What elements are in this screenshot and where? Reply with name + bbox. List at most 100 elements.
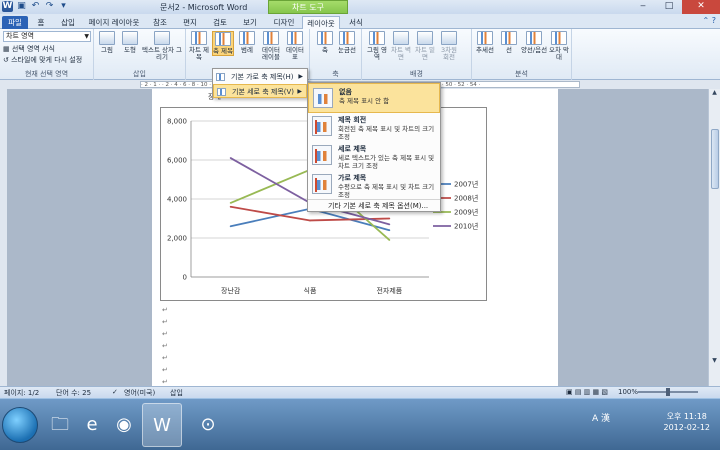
tab-mailings[interactable]: 편지 (178, 16, 202, 29)
menu-item-primary-horizontal-axis-title[interactable]: 기본 가로 축 제목(H) ▶ (213, 70, 307, 84)
undo-icon[interactable]: ↶ (30, 1, 41, 12)
proofing-icon[interactable]: ✓ (112, 388, 118, 396)
help-icon[interactable]: ⌃ ? (703, 16, 717, 25)
ime-indicator[interactable]: A 漢 (592, 411, 610, 424)
format-selection-button[interactable]: ▦ 선택 영역 서식 (3, 44, 55, 54)
chevron-down-icon: ▼ (84, 33, 89, 40)
reset-style-button[interactable]: ↺ 스타일에 맞게 다시 설정 (3, 55, 82, 65)
page-count[interactable]: 페이지: 1/2 (4, 388, 39, 398)
scroll-down-icon[interactable]: ▼ (709, 357, 720, 366)
vertical-scrollbar[interactable]: ▲ ▼ (708, 89, 720, 386)
paragraph-mark: ↵ (162, 330, 168, 338)
chart-floor-icon (417, 31, 433, 45)
maximize-button[interactable]: □ (656, 0, 682, 14)
format-selection-label: 선택 영역 서식 (11, 45, 55, 53)
submenu-item-horizontal-title[interactable]: 가로 제목 수평으로 축 제목 표시 및 차트 크기 조정 (308, 170, 440, 200)
legend-label: 2010년 (454, 222, 478, 231)
start-button[interactable] (2, 407, 38, 443)
y-tick-label: 0 (183, 274, 187, 282)
data-point (229, 202, 232, 204)
lines-button[interactable]: 선 (498, 31, 520, 54)
paragraph-mark: ↵ (162, 306, 168, 314)
submenu-item-desc: 축 제목 표시 안 함 (339, 97, 390, 105)
window-title: 문서2 - Microsoft Word (160, 3, 248, 12)
up-down-bars-button[interactable]: 양선/음선 (520, 31, 548, 54)
paragraph-mark: ↵ (162, 318, 168, 326)
legend-button[interactable]: 범례 (236, 31, 258, 54)
axis-titles-button[interactable]: 축 제목 (212, 31, 234, 56)
scroll-thumb[interactable] (711, 129, 719, 189)
firefox-icon[interactable]: ◉ (104, 403, 144, 447)
submenu-item-rotated-title[interactable]: 제목 회전 회전된 축 제목 표시 및 차트의 크기 조정 (308, 112, 440, 142)
redo-icon[interactable]: ↷ (44, 1, 55, 12)
save-icon[interactable]: ▣ (16, 1, 27, 12)
axis-titles-icon (215, 32, 231, 46)
status-bar: 페이지: 1/2 단어 수: 25 ✓ 영어(미국) 삽입 ▣ ▤ ▥ ▦ ▧ … (0, 386, 720, 398)
word-icon[interactable]: W (142, 403, 182, 447)
chart-elements-dropdown[interactable]: 차트 영역 ▼ (3, 31, 91, 42)
data-table-button[interactable]: 데이터 표 (284, 31, 306, 61)
word-app-icon[interactable]: W (2, 1, 13, 12)
shapes-icon (122, 31, 138, 45)
close-button[interactable]: ✕ (682, 0, 720, 14)
zoom-slider-thumb[interactable] (666, 388, 670, 396)
data-labels-icon (263, 31, 279, 45)
submenu-item-vertical-title[interactable]: 세로 제목 세로 텍스트가 있는 축 제목 표시 및 차트 크기 조정 (308, 141, 440, 171)
format-selection-icon: ▦ (3, 45, 10, 53)
data-labels-button[interactable]: 데이터 레이블 (260, 31, 282, 61)
tab-review[interactable]: 검토 (208, 16, 232, 29)
chart-wall-button[interactable]: 차트 벽면 (390, 31, 412, 61)
x-tick-label: 식품 (304, 286, 317, 295)
tab-view[interactable]: 보기 (238, 16, 262, 29)
paragraph-mark: ↵ (162, 366, 168, 374)
tab-references[interactable]: 참조 (148, 16, 172, 29)
axes-button[interactable]: 축 (314, 31, 336, 54)
minimize-button[interactable]: ‒ (630, 0, 656, 14)
submenu-item-title: 없음 (339, 88, 352, 96)
y-tick-label: 6,000 (167, 157, 187, 165)
tab-page-layout[interactable]: 페이지 레이아웃 (86, 16, 142, 29)
picture-button[interactable]: 그림 (96, 31, 118, 54)
chart-tools-context-tab: 차트 도구 (268, 0, 348, 14)
word-count[interactable]: 단어 수: 25 (56, 388, 91, 398)
plot-area-button[interactable]: 그림 영역 (366, 31, 388, 61)
submenu-item-none[interactable]: 없음 축 제목 표시 안 함 (308, 83, 440, 113)
view-buttons[interactable]: ▣ ▤ ▥ ▦ ▧ (566, 388, 608, 396)
ribbon-tabs: 파일 홈 삽입 페이지 레이아웃 참조 편지 검토 보기 디자인 레이아웃 서식… (0, 14, 720, 29)
chart-floor-button[interactable]: 차트 밑면 (414, 31, 436, 61)
y-tick-label: 2,000 (167, 235, 187, 243)
up-down-bars-label: 양선/음선 (520, 46, 548, 54)
error-bars-label: 오차 막대 (548, 46, 569, 61)
shapes-button[interactable]: 도형 (119, 31, 141, 54)
submenu-item-desc: 회전된 축 제목 표시 및 차트의 크기 조정 (338, 125, 435, 141)
tab-design[interactable]: 디자인 (268, 16, 300, 29)
vertical-ruler[interactable] (0, 89, 8, 386)
draw-textbox-button[interactable]: 텍스트 상자 그리기 (142, 31, 182, 61)
picture-icon (99, 31, 115, 45)
chart-title-button[interactable]: 차트 제목 (188, 31, 210, 61)
tab-insert[interactable]: 삽입 (56, 16, 80, 29)
tab-format[interactable]: 서식 (344, 16, 368, 29)
reset-style-label: 스타일에 맞게 다시 설정 (11, 56, 83, 64)
tab-home[interactable]: 홈 (32, 16, 50, 29)
x-tick-label: 장난감 (221, 286, 241, 295)
gridlines-button[interactable]: 눈금선 (336, 31, 358, 54)
3d-rotation-button[interactable]: 3차원 회전 (438, 31, 460, 61)
plot-area-icon (369, 31, 385, 45)
menu-item-primary-vertical-axis-title[interactable]: 기본 세로 축 제목(V) ▶ (213, 84, 307, 98)
tab-file[interactable]: 파일 (2, 16, 28, 29)
rotated-title-icon (312, 116, 332, 136)
search-app-icon[interactable]: ⊙ (188, 403, 228, 447)
clock[interactable]: 오후 11:18 2012-02-12 (664, 411, 711, 433)
insert-mode[interactable]: 삽입 (170, 388, 183, 398)
insert-group: 그림 도형 텍스트 상자 그리기 삽입 (94, 29, 186, 80)
customize-qat-icon[interactable]: ▾ (58, 1, 69, 12)
error-bars-button[interactable]: 오차 막대 (548, 31, 570, 61)
zoom-level[interactable]: 100% (618, 388, 638, 396)
scroll-up-icon[interactable]: ▲ (709, 89, 720, 98)
more-axis-title-options[interactable]: 기타 기본 세로 축 제목 옵션(M)... (308, 199, 440, 211)
trendline-button[interactable]: 추세선 (474, 31, 496, 54)
tab-layout[interactable]: 레이아웃 (302, 16, 340, 29)
paragraph-mark: ↵ (162, 342, 168, 350)
language-indicator[interactable]: 영어(미국) (124, 388, 155, 398)
